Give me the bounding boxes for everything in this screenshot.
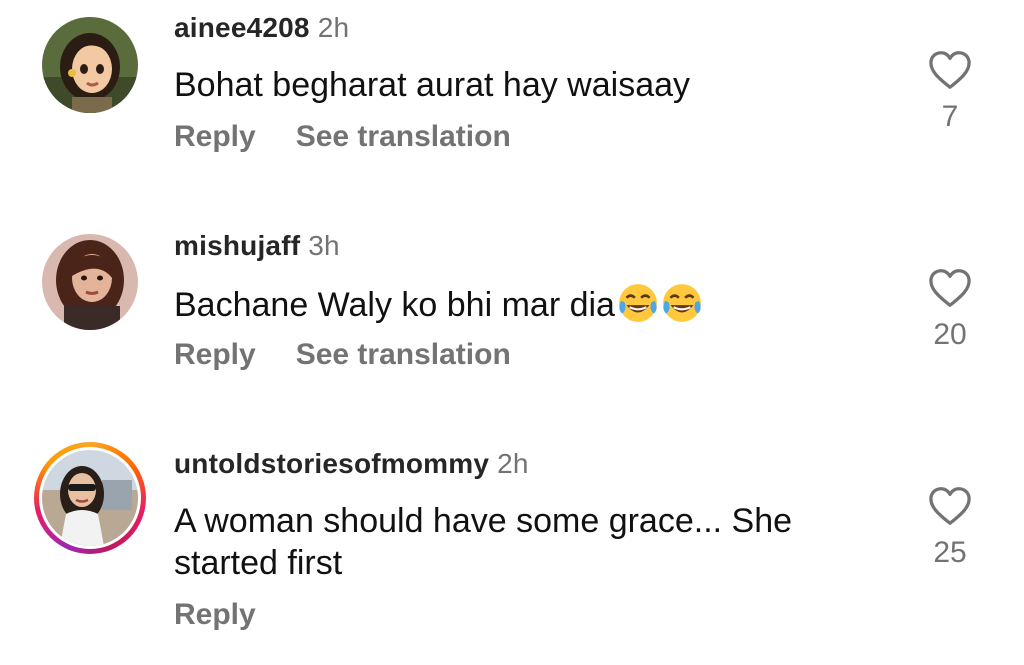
- comment-text: Bachane Waly ko bhi mar dia: [174, 282, 703, 326]
- username[interactable]: ainee4208 2h: [174, 12, 349, 44]
- face-with-tears-of-joy-emoji-icon: [619, 284, 657, 322]
- woman-portrait-avatar-icon: [42, 234, 138, 330]
- timestamp: 2h: [497, 448, 529, 479]
- timestamp: 3h: [308, 230, 340, 261]
- comment-actions: Reply See translation: [174, 338, 551, 372]
- comment-text-line: A woman should have some grace... She: [174, 502, 793, 540]
- like-group: 25: [920, 486, 980, 570]
- reply-button[interactable]: Reply: [174, 598, 256, 631]
- reply-button[interactable]: Reply: [174, 120, 256, 153]
- like-count: 25: [933, 536, 967, 569]
- comment-actions: Reply See translation: [174, 120, 551, 154]
- see-translation-button[interactable]: See translation: [296, 338, 511, 371]
- avatar[interactable]: [42, 234, 138, 330]
- see-translation-button[interactable]: See translation: [296, 120, 511, 153]
- cartoon-girl-avatar-icon: [42, 17, 138, 113]
- story-ring[interactable]: [34, 442, 146, 554]
- avatar[interactable]: [42, 17, 138, 113]
- woman-sunglasses-avatar-icon: [42, 450, 138, 546]
- comment-text-line: started first: [174, 544, 343, 582]
- like-group: 7: [920, 50, 980, 134]
- like-group: 20: [920, 268, 980, 352]
- face-with-tears-of-joy-emoji-icon: [663, 284, 701, 322]
- timestamp: 2h: [317, 12, 350, 43]
- username[interactable]: mishujaff 3h: [174, 230, 340, 262]
- heart-icon[interactable]: [928, 268, 972, 308]
- username-text[interactable]: mishujaff: [174, 230, 300, 261]
- comment-text: Bohat begharat aurat hay waisaay: [174, 66, 691, 104]
- like-count: 20: [933, 318, 967, 351]
- heart-icon[interactable]: [928, 50, 972, 90]
- comment-text: A woman should have some grace... She st…: [174, 500, 792, 584]
- reply-button[interactable]: Reply: [174, 338, 256, 371]
- comment-item: ainee4208 2h Bohat begharat aurat hay wai…: [0, 0, 1024, 210]
- comment-text-content: Bachane Waly ko bhi mar dia: [174, 286, 615, 324]
- username-text[interactable]: ainee4208: [174, 12, 310, 43]
- username[interactable]: untoldstoriesofmommy 2h: [174, 448, 529, 480]
- avatar[interactable]: [42, 450, 138, 546]
- like-count: 7: [941, 100, 959, 133]
- username-text[interactable]: untoldstoriesofmommy: [174, 448, 489, 479]
- heart-icon[interactable]: [928, 486, 972, 526]
- comment-actions: Reply: [174, 598, 296, 632]
